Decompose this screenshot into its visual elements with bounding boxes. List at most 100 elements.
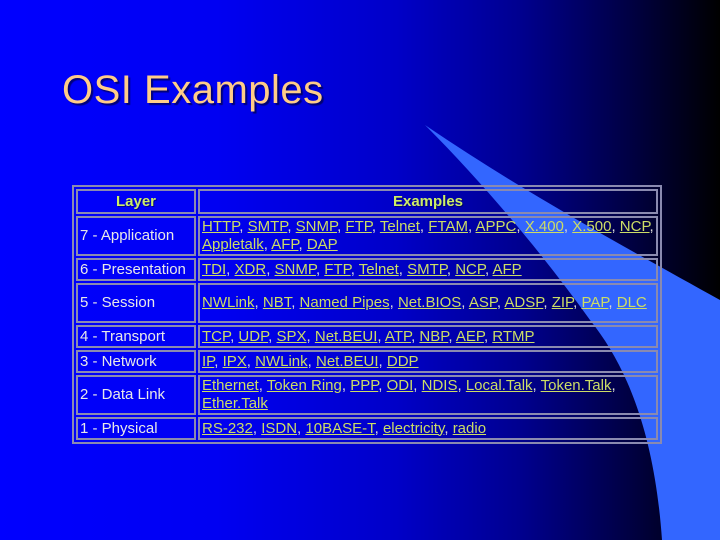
- examples-cell: RS-232, ISDN, 10BASE-T, electricity, rad…: [198, 417, 658, 440]
- protocol-link[interactable]: NCP: [455, 261, 485, 278]
- separator: ,: [374, 419, 383, 437]
- protocol-link[interactable]: Telnet: [359, 261, 399, 278]
- examples-cell: NWLink, NBT, Named Pipes, Net.BIOS, ASP,…: [198, 283, 658, 323]
- protocol-link[interactable]: Telnet: [380, 218, 420, 235]
- protocol-link[interactable]: RTMP: [492, 328, 534, 345]
- protocol-link[interactable]: FTP: [324, 261, 350, 278]
- protocol-link[interactable]: ATP: [385, 328, 411, 345]
- table-row: 2 - Data Link Ethernet, Token Ring, PPP, …: [76, 375, 658, 415]
- table-row: 1 - Physical RS-232, ISDN, 10BASE-T, elec…: [76, 417, 658, 440]
- examples-cell: Ethernet, Token Ring, PPP, ODI, NDIS, Lo…: [198, 375, 658, 415]
- protocol-link[interactable]: electricity: [383, 420, 444, 437]
- separator: ,: [239, 218, 248, 235]
- protocol-link[interactable]: SMTP: [248, 218, 288, 235]
- protocol-link[interactable]: FTP: [345, 218, 371, 235]
- protocol-link[interactable]: NWLink: [202, 294, 255, 311]
- examples-cell: TDI, XDR, SNMP, FTP, Telnet, SMTP, NCP, …: [198, 258, 658, 281]
- separator: ,: [419, 218, 429, 235]
- separator: ,: [307, 352, 316, 370]
- separator: ,: [287, 218, 296, 235]
- layer-cell: 6 - Presentation: [76, 258, 196, 281]
- protocol-link[interactable]: TCP: [202, 328, 230, 345]
- table-row: 3 - Network IP, IPX, NWLink, Net.BEUI, DD…: [76, 350, 658, 373]
- protocol-link[interactable]: APPC: [476, 218, 517, 235]
- protocol-link[interactable]: AFP: [492, 261, 521, 278]
- protocol-link[interactable]: NDIS: [422, 377, 458, 394]
- protocol-link[interactable]: Ether.Talk: [202, 395, 268, 412]
- examples-cell: HTTP, SMTP, SNMP, FTP, Telnet, FTAM, APP…: [198, 216, 658, 256]
- separator: ,: [378, 352, 387, 370]
- protocol-link[interactable]: Net.BEUI: [315, 328, 378, 345]
- separator: ,: [266, 260, 275, 278]
- protocol-link[interactable]: AEP: [456, 328, 484, 345]
- protocol-link[interactable]: NBP: [419, 328, 448, 345]
- protocol-link[interactable]: Named Pipes: [300, 294, 390, 311]
- separator: ,: [252, 419, 262, 437]
- protocol-link[interactable]: ZIP: [552, 294, 573, 311]
- protocol-link[interactable]: DAP: [307, 236, 338, 253]
- protocol-link[interactable]: ASP: [469, 294, 497, 311]
- table-row: 6 - Presentation TDI, XDR, SNMP, FTP, Tel…: [76, 258, 658, 281]
- separator: ,: [446, 260, 456, 278]
- protocol-link[interactable]: XDR: [235, 261, 267, 278]
- separator: ,: [444, 419, 453, 437]
- protocol-link[interactable]: Token.Talk: [541, 377, 612, 394]
- separator: ,: [461, 294, 469, 311]
- slide-title: OSI Examples: [62, 68, 324, 112]
- protocol-link[interactable]: SNMP: [296, 218, 337, 235]
- separator: ,: [268, 327, 277, 345]
- layer-cell: 7 - Application: [76, 216, 196, 256]
- protocol-link[interactable]: PAP: [581, 294, 608, 311]
- layer-cell: 4 - Transport: [76, 325, 196, 348]
- protocol-link[interactable]: X.400: [525, 218, 564, 235]
- protocol-link[interactable]: DLC: [617, 294, 647, 311]
- separator: ,: [246, 352, 256, 370]
- protocol-link[interactable]: PPP: [350, 377, 378, 394]
- protocol-link[interactable]: Local.Talk: [466, 377, 533, 394]
- protocol-link[interactable]: DDP: [387, 353, 419, 370]
- protocol-link[interactable]: radio: [453, 420, 486, 437]
- separator: ,: [543, 294, 552, 311]
- table-row: 7 - Application HTTP, SMTP, SNMP, FTP, Te…: [76, 216, 658, 256]
- protocol-link[interactable]: NBT: [263, 294, 291, 311]
- protocol-link[interactable]: ODI: [387, 377, 414, 394]
- protocol-link[interactable]: Token Ring: [267, 377, 342, 394]
- layer-cell: 5 - Session: [76, 283, 196, 323]
- osi-examples-table: Layer Examples 7 - Application HTTP, SMTP…: [72, 185, 662, 444]
- header-layer: Layer: [76, 189, 196, 214]
- separator: ,: [291, 294, 300, 311]
- protocol-link[interactable]: Net.BIOS: [398, 294, 461, 311]
- separator: ,: [226, 260, 235, 278]
- protocol-link[interactable]: X.500: [572, 218, 611, 235]
- protocol-link[interactable]: IPX: [223, 353, 247, 370]
- protocol-link[interactable]: TDI: [202, 261, 226, 278]
- protocol-link[interactable]: HTTP: [202, 218, 239, 235]
- separator: ,: [298, 236, 307, 253]
- protocol-link[interactable]: IP: [202, 353, 214, 370]
- protocol-link[interactable]: Ethernet: [202, 377, 259, 394]
- separator: ,: [254, 294, 263, 311]
- protocol-link[interactable]: AFP: [271, 236, 298, 253]
- examples-cell: TCP, UDP, SPX, Net.BEUI, ATP, NBP, AEP, …: [198, 325, 658, 348]
- protocol-link[interactable]: Net.BEUI: [316, 353, 379, 370]
- separator: ,: [258, 377, 267, 394]
- protocol-link[interactable]: NCP: [620, 218, 650, 235]
- header-examples: Examples: [198, 189, 658, 214]
- protocol-link[interactable]: SNMP: [275, 261, 316, 278]
- protocol-link[interactable]: SMTP: [407, 261, 447, 278]
- protocol-link[interactable]: ISDN: [261, 420, 297, 437]
- separator: ,: [378, 377, 387, 394]
- protocol-link[interactable]: SPX: [277, 328, 307, 345]
- protocol-link[interactable]: 10BASE-T: [305, 420, 374, 437]
- separator: ,: [413, 377, 422, 394]
- protocol-link[interactable]: RS-232: [202, 420, 253, 437]
- separator: ,: [611, 218, 620, 235]
- table-row: 5 - Session NWLink, NBT, Named Pipes, Net…: [76, 283, 658, 323]
- protocol-link[interactable]: ADSP: [504, 294, 543, 311]
- separator: ,: [563, 218, 573, 235]
- protocol-link[interactable]: Appletalk: [202, 236, 264, 253]
- protocol-link[interactable]: NWLink: [255, 353, 308, 370]
- protocol-link[interactable]: FTAM: [428, 218, 468, 235]
- protocol-link[interactable]: UDP: [238, 328, 268, 345]
- table-header-row: Layer Examples: [76, 189, 658, 214]
